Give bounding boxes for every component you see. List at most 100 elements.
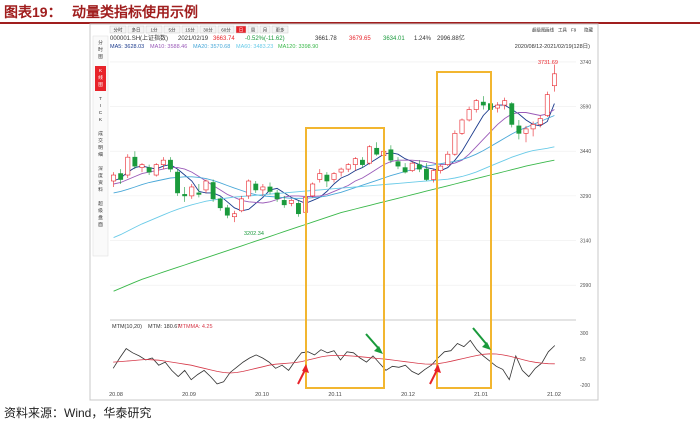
- period-button-label: 更多: [276, 27, 285, 34]
- ma20-legend: MA20: 3570.68: [193, 44, 230, 50]
- candle-body: [118, 173, 124, 180]
- candle-body: [502, 100, 508, 106]
- candle-body: [537, 118, 543, 125]
- candle-body: [317, 173, 323, 180]
- candle-body: [431, 170, 436, 180]
- candle-body: [296, 203, 301, 215]
- figure-title: 动量类指标使用示例: [72, 4, 198, 20]
- candle-body: [409, 162, 415, 171]
- info-current: 3663.74: [213, 36, 235, 42]
- candle-body: [125, 156, 131, 176]
- mtmma-value-legend: MTMMA: 4.25: [178, 324, 213, 330]
- candle-6: [153, 163, 159, 177]
- date-tick-1: 20.09: [182, 392, 196, 398]
- date-tick-3: 20.11: [328, 392, 341, 398]
- candle-56: [509, 102, 515, 128]
- ma10-legend: MA10: 3588.46: [150, 44, 187, 50]
- figure-header: 图表19： 动量类指标使用示例: [0, 0, 700, 24]
- price-tick-0: 2990: [580, 283, 591, 289]
- candle-body: [509, 103, 515, 125]
- right-toolbar-button-3[interactable]: F9: [571, 28, 577, 33]
- candle-49: [459, 118, 465, 135]
- candle-body: [495, 104, 500, 109]
- date-tick-6: 21.02: [547, 392, 561, 398]
- candle-14: [210, 179, 216, 202]
- candle-body: [224, 207, 230, 216]
- info-change: -0.52%(-11.62): [245, 36, 285, 42]
- candle-19: [246, 179, 252, 199]
- stock-chart: 分时 多日 1分 5分 15分 30分 60分日周月更多 超级图 画线 工具 F9 隐藏 分时图K 线…: [89, 23, 599, 401]
- candle-body: [146, 167, 152, 173]
- period-button-label: 15分: [185, 27, 195, 34]
- candle-36: [367, 145, 372, 165]
- candle-body: [338, 168, 344, 173]
- mtm-value-legend: MTM: 180.67: [148, 324, 180, 330]
- period-button-label: 5分: [168, 27, 176, 34]
- candle-61: [544, 91, 550, 117]
- figure-number: 图表19：: [4, 4, 62, 20]
- candle-body: [530, 124, 536, 130]
- candle-body: [160, 159, 166, 165]
- candle-body: [345, 164, 351, 170]
- candle-body: [480, 101, 486, 106]
- info-date: 2021/02/19: [178, 36, 209, 42]
- info-low: 3634.01: [383, 36, 405, 42]
- range-label: 2020/08/12-2021/02/19(128日): [515, 43, 590, 50]
- ma120-legend: MA120: 3398.90: [278, 44, 318, 50]
- candle-body: [374, 147, 380, 155]
- info-turnover: 1.24%: [414, 36, 432, 42]
- candle-48: [452, 130, 458, 156]
- candle-body: [210, 182, 216, 200]
- candle-body: [274, 192, 280, 200]
- candle-body: [203, 180, 209, 191]
- candle-body: [552, 73, 557, 87]
- candle-body: [246, 180, 252, 197]
- period-button-label: 多日: [132, 27, 141, 34]
- candle-body: [239, 198, 244, 212]
- candle-body: [402, 167, 408, 173]
- candle-body: [168, 159, 173, 170]
- right-toolbar: 超级图 画线 工具 F9 隐藏: [532, 27, 593, 34]
- right-toolbar-button-1[interactable]: 画线: [545, 27, 554, 34]
- candle-9: [175, 169, 180, 196]
- date-tick-2: 20.10: [255, 392, 269, 398]
- date-tick-5: 21.01: [474, 392, 488, 398]
- candle-body: [217, 198, 223, 209]
- ma5-legend: MA5: 3628.03: [110, 44, 144, 50]
- candle-body: [196, 192, 202, 195]
- candle-body: [324, 174, 330, 182]
- mtm-tick-1: 50: [580, 357, 586, 363]
- price-tick-4: 3590: [580, 105, 591, 111]
- candle-body: [367, 146, 372, 164]
- candle-body: [189, 186, 195, 197]
- candle-body: [281, 200, 287, 206]
- right-toolbar-button-0[interactable]: 超级图: [532, 27, 546, 34]
- side-panel: 分时图K 线图T I C K成交明细深度资料超级盘面: [92, 35, 109, 257]
- price-tick-1: 3140: [580, 239, 591, 245]
- mtm-tick-0: 300: [580, 331, 589, 337]
- date-tick-4: 20.12: [401, 392, 415, 398]
- low-label: 3202.34: [244, 231, 264, 237]
- candle-body: [232, 213, 237, 218]
- period-button-label: 1分: [150, 27, 158, 34]
- candle-body: [388, 149, 394, 161]
- side-panel-item-0[interactable]: 分时图: [98, 39, 103, 60]
- candle-body: [445, 153, 451, 165]
- period-button-label: 分时: [114, 27, 123, 34]
- candle-body: [473, 100, 479, 110]
- candle-42: [409, 161, 415, 173]
- right-toolbar-button-4[interactable]: 隐藏: [584, 27, 593, 34]
- candle-body: [139, 164, 145, 168]
- candle-body: [288, 200, 294, 204]
- ma60-legend: MA60: 3483.23: [236, 44, 273, 50]
- price-tick-3: 3440: [580, 149, 591, 155]
- mtm-title: MTM(10,20): [112, 324, 142, 330]
- candle-body: [516, 125, 522, 134]
- candle-body: [111, 174, 116, 182]
- info-high: 3679.65: [349, 36, 371, 42]
- price-tick-5: 3740: [580, 60, 591, 66]
- candle-body: [360, 159, 365, 165]
- candle-2: [125, 154, 131, 179]
- candle-body: [523, 128, 529, 134]
- period-button-label: 30分: [203, 27, 213, 34]
